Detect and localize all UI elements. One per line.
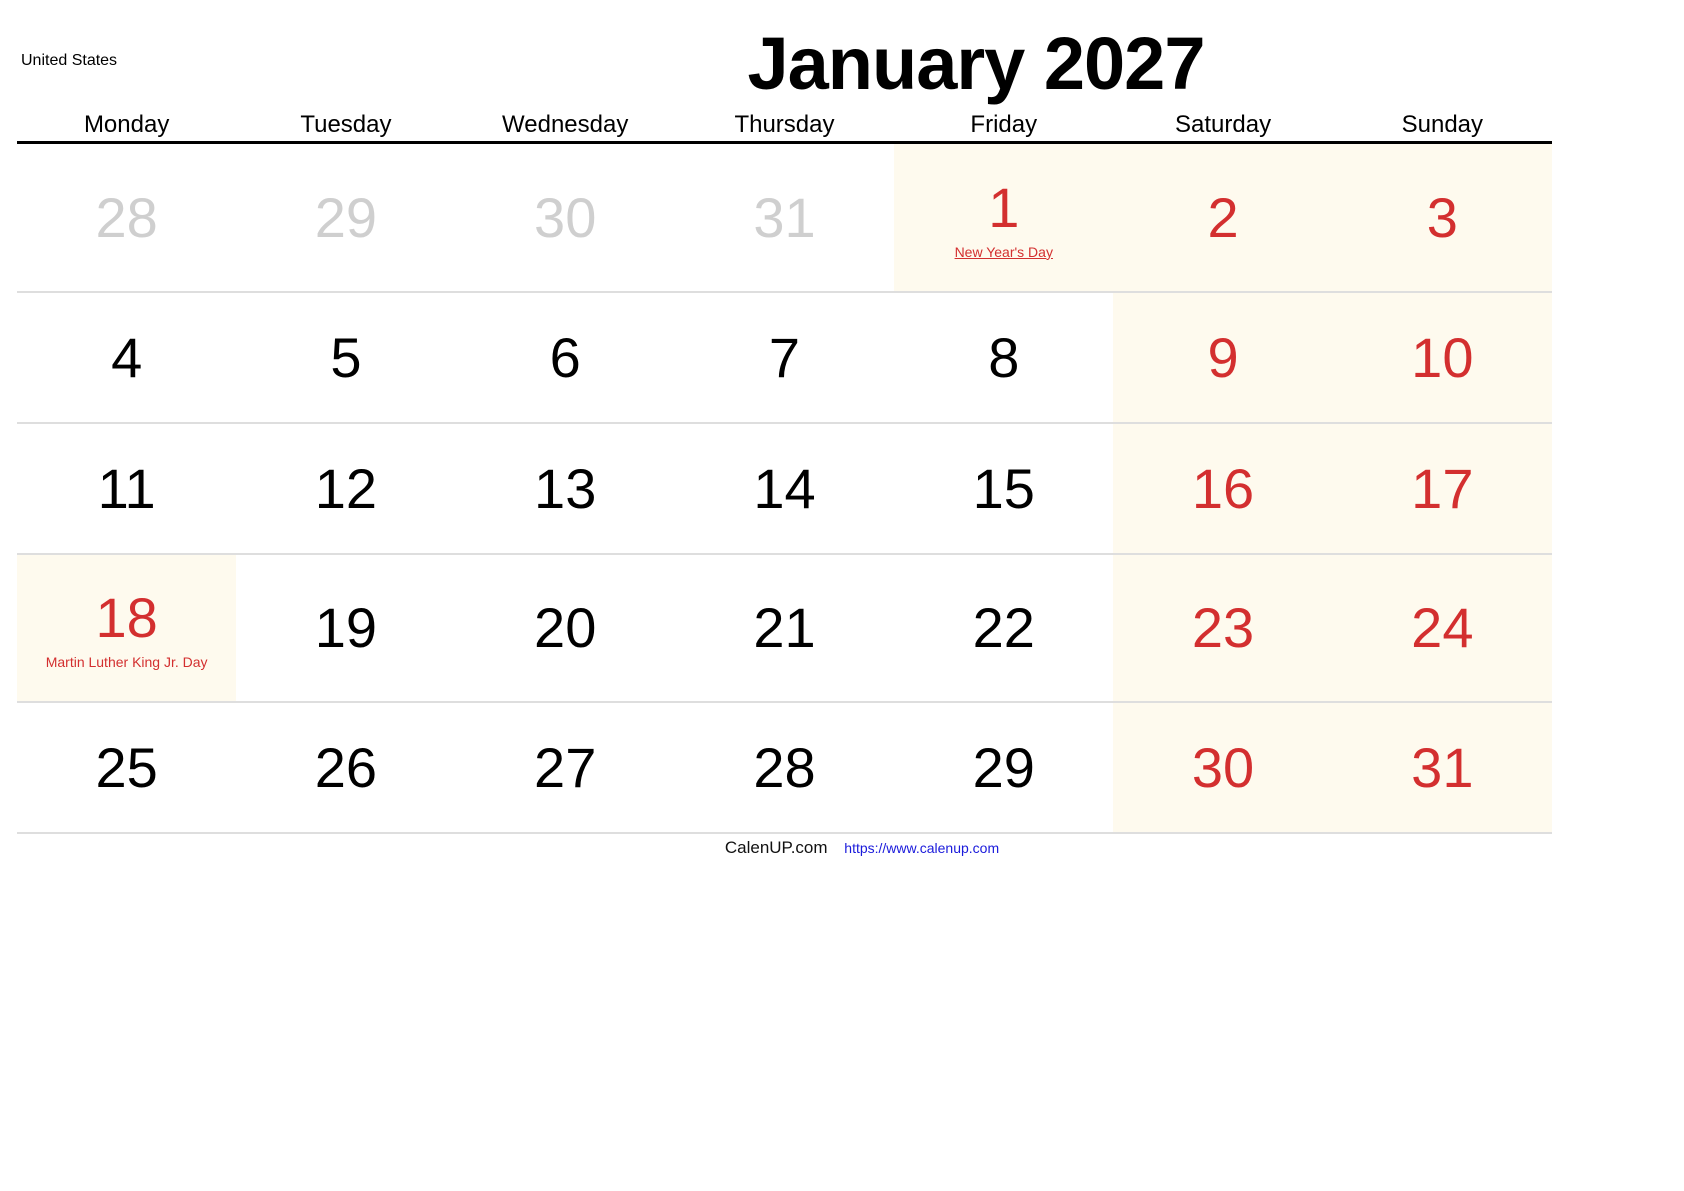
day-number: 28 [95, 185, 158, 249]
day-number: 20 [534, 596, 597, 659]
day-number: 16 [1191, 456, 1255, 520]
day-cell[interactable]: 25 [17, 703, 236, 832]
day-cell[interactable]: 17 [1332, 424, 1552, 553]
day-number: 31 [753, 185, 816, 249]
week-row: 11 12 13 14 15 16 17 [17, 424, 1552, 555]
weekday-thursday: Thursday [734, 111, 835, 138]
footer: CalenUP.com https://www.calenup.com [0, 838, 1684, 858]
day-number: 31 [1411, 735, 1474, 799]
day-cell[interactable]: 13 [456, 424, 675, 553]
weekday-sunday: Sunday [1401, 111, 1484, 138]
day-number: 17 [1411, 456, 1474, 520]
day-cell[interactable]: 30 [1113, 703, 1333, 832]
day-number: 27 [534, 735, 597, 799]
day-number: 13 [534, 456, 597, 520]
calendar-grid: 28 29 30 31 1 New Year's Day 2 3 4 5 6 7 8 9 10 11 12 13 1… [17, 144, 1552, 834]
weekday-monday: Monday [83, 111, 170, 138]
weekday-friday: Friday [970, 111, 1038, 138]
day-number: 24 [1411, 596, 1474, 659]
day-number: 25 [95, 735, 158, 799]
day-number: 30 [534, 185, 597, 249]
day-number: 11 [97, 456, 156, 520]
day-number: 12 [314, 456, 378, 520]
day-number: 5 [330, 325, 362, 389]
day-cell[interactable]: 9 [1113, 293, 1333, 422]
day-cell[interactable]: 4 [17, 293, 236, 422]
day-cell[interactable]: 26 [236, 703, 455, 832]
day-cell[interactable]: 23 [1113, 555, 1333, 701]
day-cell[interactable]: 7 [675, 293, 894, 422]
week-row: 28 29 30 31 1 New Year's Day 2 3 [17, 144, 1552, 293]
footer-site-name: CalenUP.com [724, 838, 828, 857]
day-cell[interactable]: 22 [894, 555, 1113, 701]
day-cell-holiday[interactable]: 18 Martin Luther King Jr. Day [17, 555, 237, 701]
day-cell-holiday[interactable]: 1 New Year's Day [894, 144, 1114, 291]
day-number: 28 [753, 735, 816, 799]
day-number: 4 [111, 325, 143, 389]
weekday-header-row: Monday Tuesday Wednesday Thursday Friday… [17, 110, 1552, 140]
day-number: 18 [95, 586, 158, 649]
day-cell[interactable]: 29 [894, 703, 1113, 832]
day-number: 2 [1207, 185, 1239, 249]
weekday-saturday: Saturday [1175, 111, 1272, 138]
day-number: 6 [549, 325, 581, 389]
day-number: 29 [972, 735, 1035, 799]
day-cell[interactable]: 8 [894, 293, 1113, 422]
day-number: 7 [768, 325, 801, 389]
day-cell[interactable]: 12 [236, 424, 455, 553]
day-number: 8 [988, 325, 1020, 389]
day-cell[interactable]: 3 [1332, 144, 1552, 291]
day-cell[interactable]: 16 [1113, 424, 1333, 553]
day-number: 14 [753, 456, 816, 520]
day-number: 23 [1191, 596, 1255, 659]
week-row: 4 5 6 7 8 9 10 [17, 293, 1552, 424]
day-number: 19 [314, 596, 378, 659]
day-cell[interactable]: 31 [1332, 703, 1552, 832]
day-cell[interactable]: 15 [894, 424, 1113, 553]
day-number: 10 [1411, 325, 1474, 389]
holiday-label[interactable]: New Year's Day [955, 244, 1053, 260]
day-number: 1 [988, 175, 1020, 239]
day-number: 9 [1207, 325, 1239, 389]
day-number: 21 [753, 596, 816, 659]
day-cell[interactable]: 28 [675, 703, 894, 832]
month-title: January 2027 [747, 22, 1205, 105]
day-cell[interactable]: 27 [456, 703, 675, 832]
day-cell-other-month[interactable]: 31 [675, 144, 894, 291]
day-number: 3 [1426, 185, 1458, 249]
day-number: 22 [972, 596, 1035, 659]
day-cell[interactable]: 11 [17, 424, 236, 553]
day-cell[interactable]: 14 [675, 424, 894, 553]
day-cell-other-month[interactable]: 29 [236, 144, 455, 291]
day-number: 30 [1191, 735, 1255, 799]
weekday-wednesday: Wednesday [502, 111, 629, 138]
week-row: 18 Martin Luther King Jr. Day 19 20 21 22 23 24 [17, 555, 1552, 703]
holiday-label: Martin Luther King Jr. Day [45, 654, 208, 670]
day-cell[interactable]: 24 [1332, 555, 1552, 701]
footer-url-link[interactable]: https://www.calenup.com [844, 840, 999, 856]
day-cell-other-month[interactable]: 28 [17, 144, 236, 291]
day-cell-other-month[interactable]: 30 [456, 144, 675, 291]
day-cell[interactable]: 19 [236, 555, 455, 701]
weekday-tuesday: Tuesday [300, 111, 392, 138]
day-cell[interactable]: 5 [236, 293, 455, 422]
day-cell[interactable]: 21 [675, 555, 894, 701]
day-cell[interactable]: 6 [456, 293, 675, 422]
day-number: 29 [314, 185, 378, 249]
day-cell[interactable]: 10 [1332, 293, 1552, 422]
day-cell[interactable]: 20 [456, 555, 675, 701]
day-number: 26 [314, 735, 378, 799]
day-cell[interactable]: 2 [1113, 144, 1333, 291]
week-row: 25 26 27 28 29 30 31 [17, 703, 1552, 834]
day-number: 15 [972, 456, 1035, 520]
